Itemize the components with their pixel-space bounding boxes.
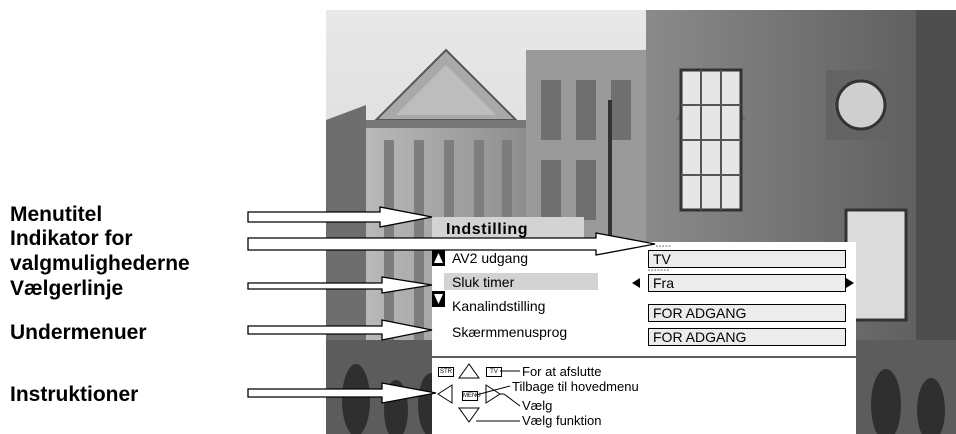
nav-up-icon (458, 363, 480, 379)
instr-exit: For at afslutte (522, 364, 602, 379)
instr-select: Vælg (522, 398, 553, 413)
nav-down-icon (458, 407, 480, 423)
instr-back: Tilbage til hovedmenu (512, 379, 639, 394)
nav-right-icon (485, 384, 501, 404)
nav-left-icon (437, 384, 453, 404)
instr-select-function: Vælg funktion (522, 413, 602, 428)
connector-select (503, 393, 521, 407)
